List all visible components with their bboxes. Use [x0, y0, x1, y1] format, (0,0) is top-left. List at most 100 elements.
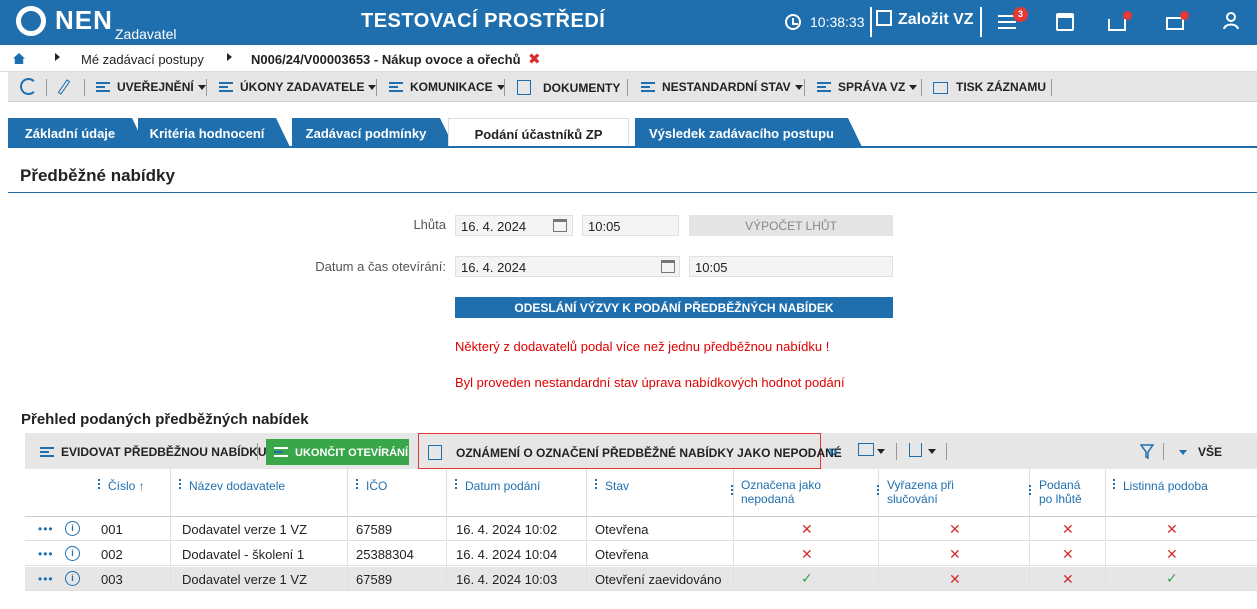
top-bar: NEN Zadavatel TESTOVACÍ PROSTŘEDÍ 10:38:…: [0, 0, 1257, 45]
document-icon: [428, 445, 442, 460]
lhuta-time-field[interactable]: 10:05: [582, 215, 679, 236]
divider: [586, 567, 587, 591]
table-row[interactable]: ••• i 001 Dodavatel verze 1 VZ 67589 16.…: [25, 517, 1257, 541]
tab-zadavaci-podminky[interactable]: Zadávací podmínky: [292, 118, 454, 147]
pencil-icon[interactable]: [57, 79, 71, 95]
col-vyrazena[interactable]: Vyřazena při slučování: [877, 478, 954, 506]
menu-tisk-zaznamu[interactable]: TISK ZÁZNAMU: [933, 80, 1046, 94]
calculator-icon[interactable]: [1056, 13, 1074, 31]
vypocet-lhut-button[interactable]: VÝPOČET LHŮT: [689, 215, 893, 236]
caret-down-icon: [197, 85, 206, 90]
divider: [257, 443, 258, 460]
export-icon[interactable]: [909, 443, 922, 457]
calendar-icon[interactable]: [553, 219, 567, 232]
grid-toolbar: EVIDOVAT PŘEDBĚŽNOU NABÍDKU UKONČIT OTEV…: [25, 433, 1257, 469]
divider: [84, 79, 85, 96]
calendar-icon[interactable]: [661, 260, 675, 273]
col-oznacena[interactable]: Označena jako nepodaná: [731, 478, 821, 506]
ukoncit-otevirani-button[interactable]: UKONČIT OTEVÍRÁNÍ: [266, 439, 409, 465]
col-ico-label: IČO: [366, 479, 388, 493]
caret-down-icon[interactable]: [877, 449, 885, 454]
home-icon[interactable]: [13, 53, 25, 64]
oznameni-nepodane-button[interactable]: OZNÁMENÍ O OZNAČENÍ PŘEDBĚŽNÉ NABÍDKY JA…: [428, 445, 842, 460]
tab-zakladni-udaje[interactable]: Základní údaje: [8, 118, 146, 147]
caret-down-icon[interactable]: [928, 449, 936, 454]
row-menu-icon[interactable]: •••: [38, 572, 54, 586]
col-podana[interactable]: Podaná po lhůtě: [1029, 478, 1082, 506]
column-menu-icon: [1029, 485, 1031, 497]
create-vz-label: Založit VZ: [898, 11, 974, 28]
info-icon[interactable]: i: [65, 571, 80, 586]
tab-underline: [8, 146, 1257, 148]
filter-icon[interactable]: [1139, 444, 1155, 462]
cross-icon: ✕: [1166, 521, 1178, 537]
tab-kriteria-hodnoceni[interactable]: Kritéria hodnocení: [138, 118, 290, 147]
divider: [347, 567, 348, 591]
col-oznacena-line1: Označena jako: [741, 478, 822, 492]
menu-sprava-vz[interactable]: SPRÁVA VZ: [817, 80, 918, 94]
list-icon: [274, 447, 288, 457]
tab-vysledek[interactable]: Výsledek zadávacího postupu: [635, 118, 862, 147]
caret-down-icon[interactable]: [1179, 450, 1187, 455]
column-menu-icon: [356, 479, 358, 491]
menu-nestandardni-stav[interactable]: NESTANDARDNÍ STAV: [641, 80, 803, 94]
create-vz-button[interactable]: Založit VZ: [876, 10, 974, 34]
col-stav-label: Stav: [605, 479, 630, 493]
divider: [896, 443, 897, 460]
divider: [1105, 542, 1106, 566]
list-icon: [817, 82, 831, 92]
col-cislo[interactable]: Číslo ↑: [98, 479, 145, 493]
user-icon[interactable]: [1222, 12, 1240, 30]
caret-down-icon: [909, 85, 918, 90]
table-row[interactable]: ••• i 002 Dodavatel - školení 1 25388304…: [25, 542, 1257, 566]
info-icon[interactable]: i: [65, 546, 80, 561]
divider: [586, 542, 587, 566]
col-ico[interactable]: IČO: [356, 479, 387, 493]
filter-all-label[interactable]: VŠE: [1198, 445, 1222, 459]
divider: [1029, 517, 1030, 541]
breadcrumb-my-procedures[interactable]: Mé zadávací postupy: [81, 52, 204, 67]
col-listinna[interactable]: Listinná podoba: [1113, 479, 1208, 493]
menu-ukony-zadavatele[interactable]: ÚKONY ZADAVATELE: [219, 80, 377, 94]
col-oznacena-text: Označena jako nepodaná: [741, 478, 821, 506]
col-nazev[interactable]: Název dodavatele: [179, 479, 285, 493]
page-title: Předběžné nabídky: [20, 166, 175, 185]
inbox-icon[interactable]: [1108, 19, 1126, 31]
breadcrumb-current-procedure[interactable]: N006/24/V00003653 - Nákup ovoce a ořechů: [251, 52, 521, 67]
otevirani-date-field[interactable]: 16. 4. 2024: [455, 256, 680, 277]
row-menu-icon[interactable]: •••: [38, 547, 54, 561]
divider: [946, 443, 947, 460]
divider: [586, 517, 587, 541]
info-icon[interactable]: i: [65, 521, 80, 536]
divider: [170, 567, 171, 591]
logo-text[interactable]: NEN: [55, 5, 113, 36]
otevirani-label: Datum a čas otevírání:: [315, 259, 446, 274]
close-icon[interactable]: ✖: [528, 50, 541, 68]
table-row[interactable]: ••• i 003 Dodavatel verze 1 VZ 67589 16.…: [25, 567, 1257, 591]
tab-podani-ucastniku[interactable]: Podání účastníků ZP: [448, 118, 629, 148]
cell-datum: 16. 4. 2024 10:04: [456, 547, 558, 562]
divider: [586, 469, 587, 517]
menu-uverejneni-label: UVEŘEJNĚNÍ: [117, 80, 194, 94]
odeslani-vyzvy-button[interactable]: ODESLÁNÍ VÝZVY K PODÁNÍ PŘEDBĚŽNÝCH NABÍ…: [455, 297, 893, 318]
list-icon: [40, 447, 54, 457]
menu-dokumenty[interactable]: DOKUMENTY: [517, 80, 620, 95]
menu-uverejneni[interactable]: UVEŘEJNĚNÍ: [96, 80, 206, 94]
row-menu-icon[interactable]: •••: [38, 522, 54, 536]
menu-komunikace[interactable]: KOMUNIKACE: [389, 80, 505, 94]
print-icon[interactable]: [858, 443, 874, 456]
notification-badge: 3: [1013, 7, 1028, 22]
evidovat-nabidku-button[interactable]: EVIDOVAT PŘEDBĚŽNOU NABÍDKU: [40, 445, 267, 459]
divider: [878, 517, 879, 541]
refresh-icon[interactable]: [20, 78, 37, 95]
col-datum[interactable]: Datum podání: [455, 479, 540, 493]
more-actions-icon[interactable]: »: [828, 441, 837, 461]
nen-logo-icon[interactable]: [16, 6, 46, 36]
divider: [733, 567, 734, 591]
otevirani-time-field[interactable]: 10:05: [689, 256, 893, 277]
cross-icon: ✕: [1062, 546, 1074, 562]
col-stav[interactable]: Stav: [595, 479, 629, 493]
divider: [46, 79, 47, 96]
col-podana-text: Podaná po lhůtě: [1039, 478, 1082, 506]
divider: [206, 79, 207, 96]
